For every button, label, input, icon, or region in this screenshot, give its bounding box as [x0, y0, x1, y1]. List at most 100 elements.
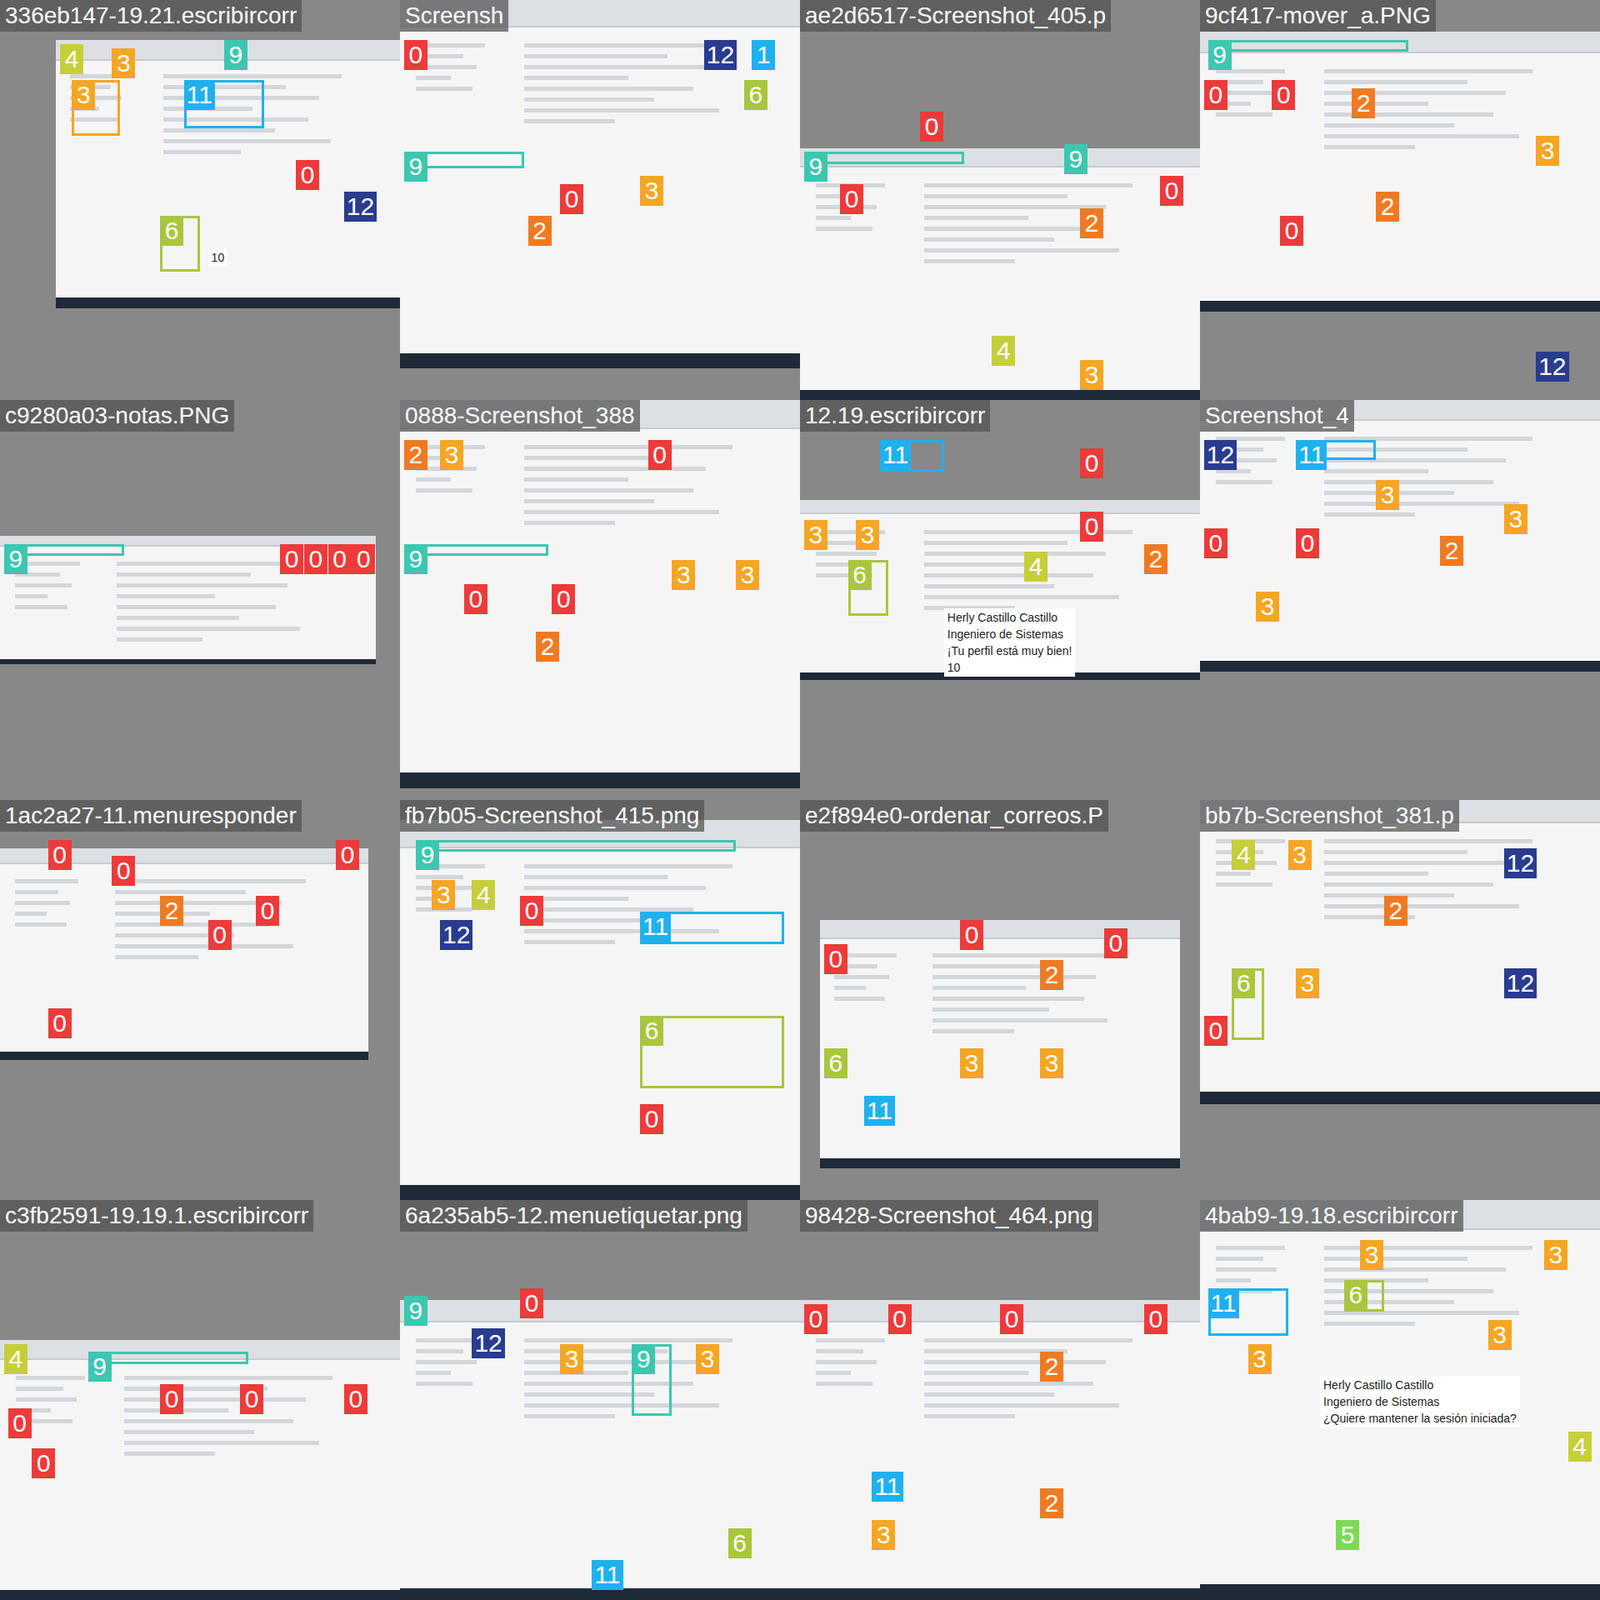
- content-line: [116, 615, 239, 620]
- annotation-label: 0: [351, 544, 375, 575]
- annotation-label: 0: [304, 544, 328, 575]
- content-line: [415, 86, 472, 91]
- content-line: [815, 562, 851, 567]
- annotation-label: 3: [71, 80, 95, 110]
- content-line: [415, 488, 472, 493]
- annotation-label: 3: [1488, 1320, 1512, 1350]
- screenshot-body: [0, 1360, 400, 1590]
- content-line: [15, 594, 48, 599]
- content-line: [1324, 447, 1467, 452]
- content-line: [1324, 839, 1532, 844]
- content-line: [815, 551, 877, 556]
- mosaic-tile: Herly Castillo CastilloIngeniero de Sist…: [800, 400, 1200, 800]
- content-line: [932, 996, 1085, 1001]
- content-line: [524, 929, 720, 934]
- taskbar: [800, 1588, 1200, 1600]
- annotation-label: 11: [871, 1471, 903, 1502]
- content-line: [15, 605, 68, 610]
- annotation-label: 3: [695, 1344, 720, 1375]
- tile-filename: 1ac2a27-11.menuresponder: [0, 800, 302, 832]
- screenshot: [1200, 400, 1600, 672]
- content-line: [924, 1414, 1015, 1419]
- content-line: [924, 540, 1067, 545]
- screenshot-content: [1324, 839, 1584, 1076]
- annotation-label: 4: [1568, 1431, 1592, 1462]
- content-line: [415, 875, 464, 880]
- content-line: [115, 944, 295, 949]
- content-line: [815, 226, 872, 231]
- annotation-label: 11: [640, 911, 671, 942]
- annotation-label: 4: [991, 335, 1015, 366]
- content-line: [524, 1360, 706, 1365]
- content-line: [415, 1370, 451, 1375]
- content-line: [924, 194, 1067, 199]
- content-line: [524, 499, 655, 504]
- annotation-label: 3: [1080, 360, 1104, 390]
- screenshot-body: [400, 27, 800, 354]
- screenshot-content: [115, 879, 354, 1037]
- screenshot-body: [800, 1322, 1200, 1588]
- screenshot: [0, 1340, 400, 1600]
- taskbar: [55, 297, 400, 309]
- annotation-label: 2: [1375, 191, 1400, 222]
- content-line: [1324, 1256, 1467, 1261]
- mosaic-tile: 1211003332Screenshot_4: [1200, 400, 1600, 800]
- annotation-label: 0: [1204, 528, 1228, 559]
- content-line: [834, 975, 889, 980]
- content-line: [524, 108, 720, 113]
- taskbar: [400, 353, 800, 369]
- annotation-label: 6: [1344, 1280, 1368, 1310]
- content-line: [1324, 134, 1520, 139]
- content-line: [116, 626, 300, 631]
- annotation-label: 2: [535, 631, 560, 662]
- annotation-label: 2: [1040, 1351, 1064, 1382]
- content-line: [924, 562, 1029, 567]
- annotation-box: [804, 151, 965, 164]
- content-line: [924, 248, 1120, 253]
- annotation-label: 4: [1231, 840, 1255, 870]
- content-line: [116, 637, 202, 642]
- tile-filename: e2f894e0-ordenar_correos.P: [800, 800, 1109, 832]
- mosaic-tile: 9002203129cf417-mover_a.PNG: [1200, 0, 1600, 400]
- screenshot-text: 10: [208, 248, 229, 267]
- annotation-label: 11: [1295, 440, 1327, 470]
- content-line: [524, 466, 706, 471]
- content-line: [924, 1392, 1055, 1397]
- screenshot-body: [1200, 420, 1600, 662]
- content-line: [524, 520, 615, 525]
- content-line: [524, 510, 720, 515]
- screenshot-sidebar: [1215, 839, 1303, 1076]
- annotation-label: 11: [864, 1095, 895, 1126]
- annotation-label: 3: [871, 1520, 895, 1550]
- content-line: [524, 455, 667, 460]
- screenshot: [1200, 800, 1600, 1105]
- mosaic-tile: 90000c9280a03-notas.PNG: [0, 400, 400, 800]
- screenshot: [400, 820, 800, 1200]
- tile-filename: ae2d6517-Screenshot_405.p: [800, 0, 1111, 32]
- content-line: [815, 1338, 885, 1343]
- tile-filename: 0888-Screenshot_388: [400, 400, 640, 432]
- content-line: [1215, 871, 1251, 876]
- content-line: [1324, 480, 1493, 485]
- annotation-label: 6: [640, 1015, 664, 1046]
- mosaic-tile: 104331160129336eb147-19.21.escribircorr: [0, 0, 400, 400]
- content-line: [124, 1451, 215, 1456]
- mosaic-tile: 4312263120bb7b-Screenshot_381.p: [1200, 800, 1600, 1200]
- content-line: [70, 117, 119, 122]
- content-line: [924, 551, 1106, 556]
- annotation-label: 3: [640, 175, 664, 206]
- screenshot-body: [400, 429, 800, 773]
- screenshot-text-line: 10: [947, 660, 1073, 675]
- content-line: [1324, 101, 1429, 106]
- screenshot-text-line: ¿Quiere mantener la sesión iniciada?: [1323, 1410, 1517, 1426]
- annotation-box: [88, 1351, 249, 1364]
- content-line: [924, 595, 1120, 600]
- mosaic-tile: 91203936116a235ab5-12.menuetiquetar.png: [400, 1200, 800, 1600]
- screenshot: [1200, 31, 1600, 312]
- content-line: [524, 864, 732, 869]
- annotation-label: 0: [551, 584, 575, 615]
- screenshot-body: [1200, 823, 1600, 1093]
- content-line: [1324, 871, 1429, 876]
- annotation-label: 0: [960, 920, 984, 950]
- annotation-label: 0: [648, 440, 672, 470]
